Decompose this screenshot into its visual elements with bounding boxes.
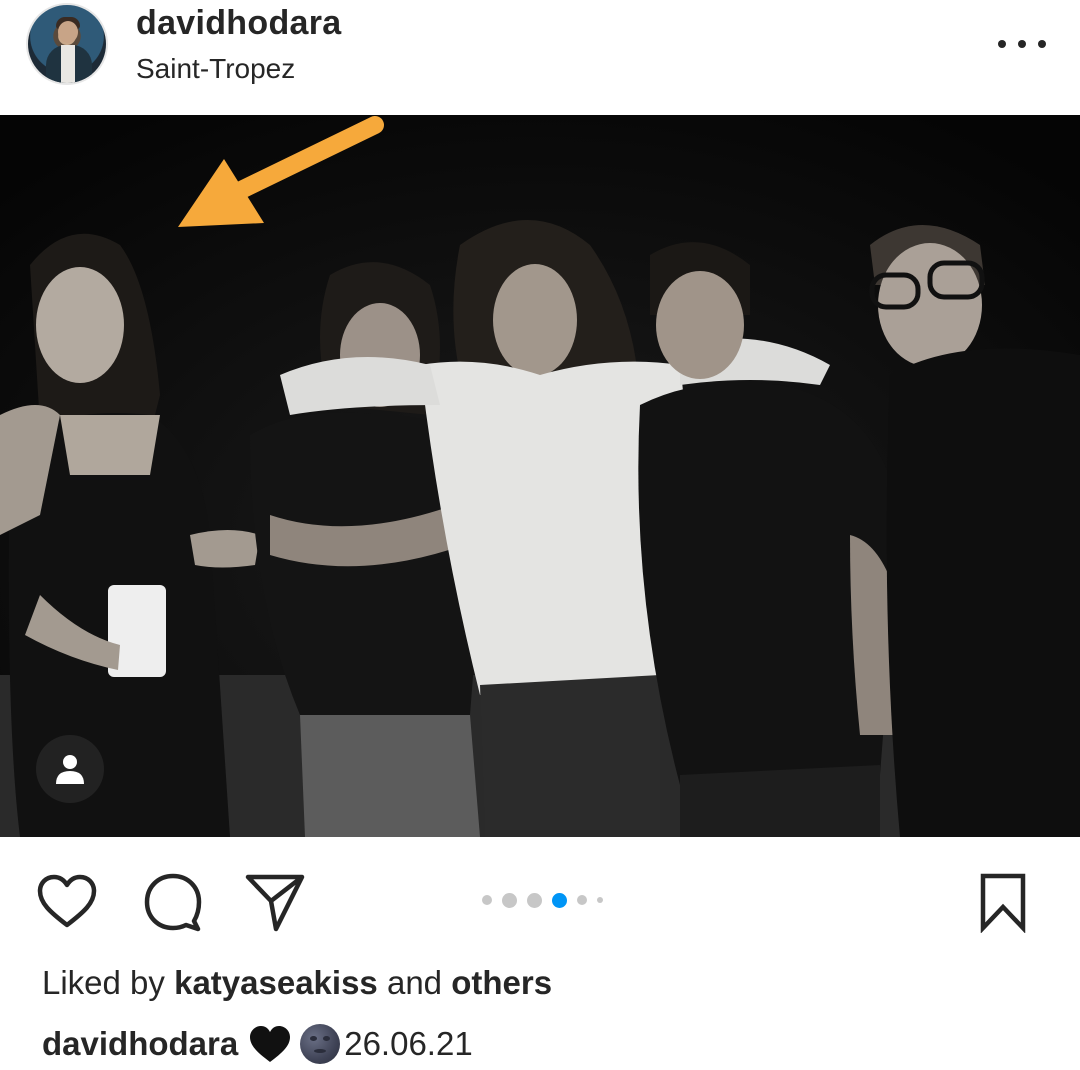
heart-icon <box>37 874 97 928</box>
carousel-dot <box>502 892 517 908</box>
caption-text: 26.06.21 <box>344 1025 473 1062</box>
black-heart-emoji-icon <box>250 1026 291 1062</box>
caption-username[interactable]: davidhodara <box>42 1025 238 1063</box>
likes-summary[interactable]: Liked by katyaseakiss and others <box>42 964 552 1002</box>
carousel-dot <box>527 892 542 908</box>
bookmark-icon <box>980 873 1026 934</box>
more-horizontal-icon <box>998 40 1006 48</box>
caption: davidhodara 26.06.21 <box>42 1024 473 1064</box>
person-icon <box>56 755 84 784</box>
carousel-indicator <box>482 892 603 908</box>
comment-icon <box>144 873 202 932</box>
like-button[interactable] <box>36 871 98 933</box>
liked-by-user[interactable]: katyaseakiss <box>174 964 378 1001</box>
more-options-button[interactable] <box>998 32 1046 56</box>
comment-button[interactable] <box>142 871 204 933</box>
likes-others[interactable]: others <box>451 964 552 1001</box>
post-photo[interactable] <box>0 115 1080 837</box>
action-bar <box>0 837 1080 967</box>
carousel-dot-active <box>552 892 567 908</box>
post-header: davidhodara Saint-Tropez <box>0 0 1080 115</box>
send-icon <box>245 874 305 932</box>
header-username[interactable]: davidhodara <box>136 4 341 43</box>
save-button[interactable] <box>972 871 1034 934</box>
likes-conjunction: and <box>386 964 443 1001</box>
carousel-dot <box>577 895 587 905</box>
tag-people-button[interactable] <box>36 735 104 803</box>
likes-prefix: Liked by <box>42 964 165 1001</box>
carousel-dot <box>482 895 492 905</box>
profile-avatar[interactable] <box>26 3 108 85</box>
header-location[interactable]: Saint-Tropez <box>136 53 295 85</box>
new-moon-face-emoji-icon <box>300 1024 341 1064</box>
share-button[interactable] <box>244 871 306 933</box>
photo-image <box>0 115 1080 837</box>
carousel-dot <box>597 897 603 903</box>
